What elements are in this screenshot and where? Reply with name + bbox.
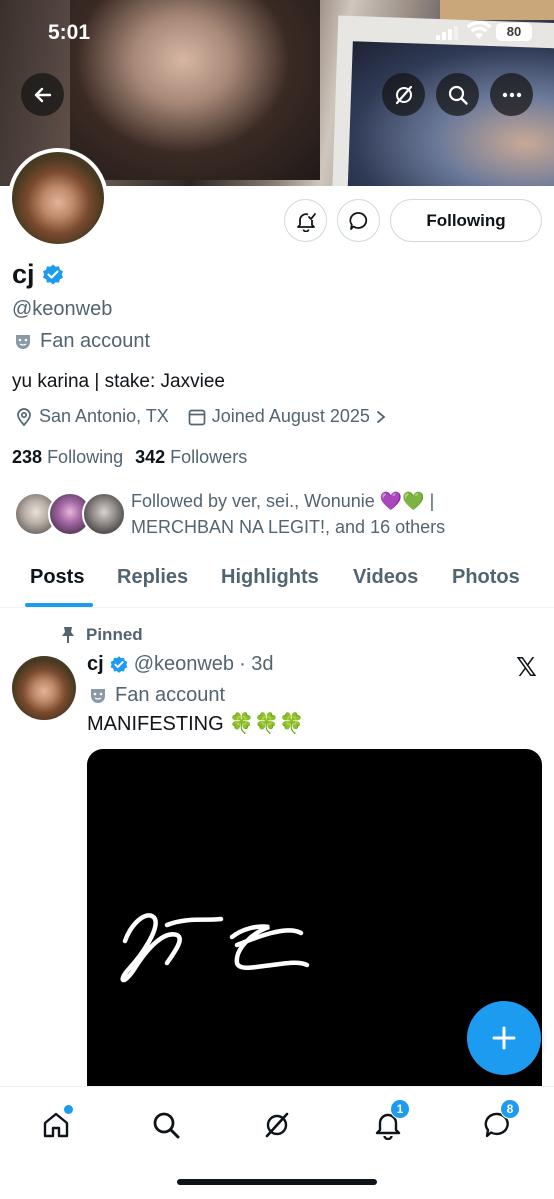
compose-post-button[interactable] (467, 1001, 541, 1075)
location-text: San Antonio, TX (39, 406, 169, 426)
notification-settings-button[interactable] (284, 199, 327, 242)
profile-handle: @keonweb (12, 298, 113, 320)
grok-button[interactable] (382, 73, 425, 116)
verified-badge-icon[interactable] (41, 263, 65, 287)
home-icon (43, 1112, 69, 1138)
tab-highlights[interactable]: Highlights (221, 566, 319, 589)
follow-counts: 238 Following 342 Followers (12, 447, 247, 468)
post-author-category: Fan account (89, 684, 225, 707)
search-icon (448, 85, 468, 105)
post-text: MANIFESTING 🍀🍀🍀 (87, 713, 304, 735)
following-count-link[interactable]: 238 Following (12, 447, 123, 467)
followers-count: 342 (135, 447, 166, 467)
nav-grok[interactable] (257, 1105, 297, 1145)
tab-photos[interactable]: Photos (452, 566, 520, 589)
grok-icon (265, 1112, 289, 1138)
calendar-icon (188, 409, 206, 425)
profile-meta: San Antonio, TX Joined August 2025 (14, 406, 399, 427)
cellular-signal-icon (436, 26, 458, 40)
tab-posts[interactable]: Posts (30, 566, 84, 589)
search-icon (153, 1112, 180, 1139)
nav-notifications[interactable]: 1 (368, 1099, 410, 1145)
nav-messages[interactable]: 8 (478, 1099, 520, 1145)
notifications-badge: 1 (390, 1099, 410, 1119)
pinned-label-row: Pinned (60, 625, 143, 645)
followers-count-link[interactable]: 342 Followers (135, 447, 247, 467)
verified-badge-icon (110, 655, 128, 673)
following-button[interactable]: Following (390, 199, 542, 242)
post-avatar[interactable] (12, 656, 76, 720)
home-indicator (177, 1179, 377, 1185)
following-label: Following (47, 447, 124, 467)
post-category-label: Fan account (115, 684, 226, 706)
search-button[interactable] (436, 73, 479, 116)
grok-icon (395, 85, 412, 104)
profile-tabs: Posts Replies Highlights Videos Photos (0, 560, 554, 608)
more-button[interactable] (490, 73, 533, 116)
location-item: San Antonio, TX (14, 406, 169, 427)
profile-category: Fan account (14, 330, 150, 353)
status-time: 5:01 (48, 21, 91, 44)
avatar-image (12, 152, 104, 244)
status-bar: 5:01 80 (0, 18, 554, 48)
profile-category-label: Fan account (40, 330, 151, 352)
profile-name: cj (12, 259, 35, 289)
profile-avatar[interactable] (8, 148, 108, 248)
more-horizontal-icon (502, 92, 521, 97)
followers-label: Followers (170, 447, 248, 467)
nav-home[interactable] (36, 1105, 76, 1145)
message-bubble-icon (348, 211, 367, 230)
x-logo-icon: 𝕏 (516, 652, 537, 682)
active-tab-indicator (25, 603, 93, 607)
plus-icon (492, 1026, 516, 1050)
follower-avatar (82, 492, 126, 536)
bell-check-icon (296, 212, 316, 232)
location-pin-icon (17, 407, 31, 426)
banner-detail (440, 0, 554, 20)
followed-by-section[interactable]: Followed by ver, sei., Wonunie 💜💚 | MERC… (14, 491, 544, 542)
post-header: cj @keonweb · 3d (87, 653, 274, 676)
post-time: · 3d (239, 653, 274, 675)
post-author-name[interactable]: cj (87, 653, 104, 676)
joined-item[interactable]: Joined August 2025 (187, 406, 387, 427)
nav-search[interactable] (146, 1105, 186, 1145)
wifi-icon (466, 21, 492, 39)
profile-bio: yu karina | stake: Jaxviee (12, 371, 225, 392)
theater-masks-icon (16, 334, 30, 349)
joined-text: Joined August 2025 (211, 406, 370, 426)
messages-badge: 8 (500, 1099, 520, 1119)
profile-name-row: cj (12, 259, 65, 290)
pin-icon (62, 627, 74, 643)
tab-videos[interactable]: Videos (353, 566, 418, 589)
followed-by-text: Followed by ver, sei., Wonunie 💜💚 | MERC… (131, 491, 446, 537)
theater-masks-icon (91, 688, 105, 703)
following-count: 238 (12, 447, 43, 467)
chevron-right-icon (377, 410, 386, 423)
message-button[interactable] (337, 199, 380, 242)
battery-icon: 80 (496, 23, 532, 41)
tab-replies[interactable]: Replies (117, 566, 188, 589)
post-author-handle: @keonweb (133, 653, 235, 675)
new-posts-dot (64, 1105, 73, 1114)
arrow-left-icon (34, 87, 51, 102)
pinned-label: Pinned (86, 625, 143, 644)
back-button[interactable] (21, 73, 64, 116)
